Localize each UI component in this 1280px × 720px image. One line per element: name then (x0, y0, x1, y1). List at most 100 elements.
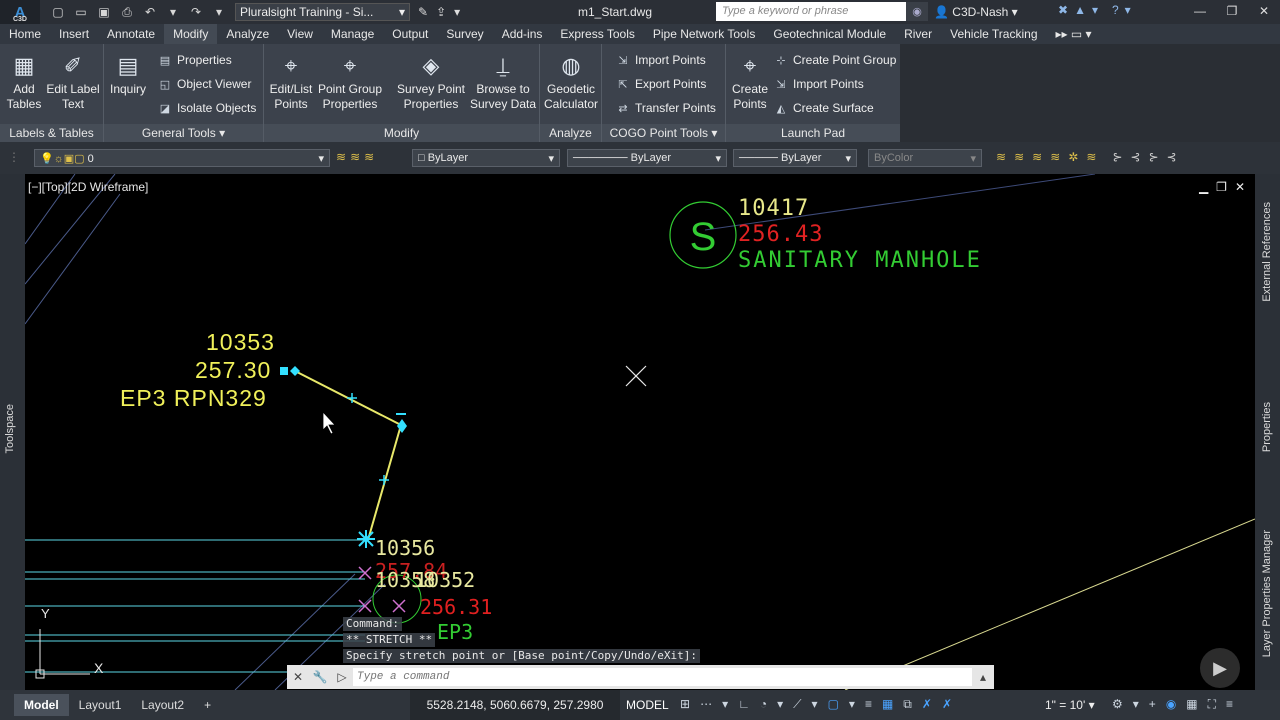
chevron-down-icon[interactable]: ▾ (812, 697, 818, 712)
model-space-toggle[interactable]: MODEL (626, 698, 669, 712)
tab-geotechnical-module[interactable]: Geotechnical Module (764, 24, 895, 44)
tab-layout1[interactable]: Layout1 (69, 694, 132, 716)
restore-icon[interactable]: ❐ (1216, 0, 1248, 22)
layer-iso-icon[interactable]: ≋ (364, 150, 374, 164)
open-file-icon[interactable]: ▭ (71, 3, 91, 21)
palette-properties[interactable]: Properties (1261, 402, 1273, 452)
chevron-down-icon[interactable]: ▾ (1133, 697, 1139, 712)
tab-model[interactable]: Model (14, 694, 69, 716)
minimize-icon[interactable]: — (1184, 0, 1216, 22)
create-point-group-button[interactable]: ⊹ Create Point Group (774, 50, 896, 70)
hardware-acceleration-icon[interactable]: ▦ (1186, 697, 1197, 712)
add-tables-button[interactable]: ▦ Add Tables (4, 50, 44, 112)
isolate-icon[interactable]: ◉ (1166, 697, 1176, 712)
chevron-down-icon[interactable]: ▾ (849, 697, 855, 712)
object-viewer-button[interactable]: ◱ Object Viewer (158, 74, 252, 94)
palette-layer-properties-manager[interactable]: Layer Properties Manager (1261, 530, 1273, 657)
tab-modify[interactable]: Modify (164, 24, 218, 44)
annotation-scale-selector[interactable]: 1" = 10' ▾ (1045, 698, 1095, 712)
wrench-icon[interactable]: 🔧 (309, 670, 331, 684)
panel-title-modify[interactable]: Modify (264, 124, 539, 142)
close-icon[interactable]: ✕ (287, 670, 309, 684)
toolspace-palette-strip[interactable]: Toolspace (0, 174, 25, 690)
layer-selector[interactable]: 💡☼▣▢ 0 ▾ (34, 149, 330, 167)
ortho-icon[interactable]: ∟ (738, 697, 750, 712)
help-search-input[interactable]: Type a keyword or phrase (716, 2, 906, 21)
point-tool-icon[interactable]: ≋ (1032, 150, 1042, 164)
point-tool-icon[interactable]: ≋ (1014, 150, 1024, 164)
polar-icon[interactable]: ◔ (760, 697, 767, 712)
edit-list-points-button[interactable]: ⌖ Edit/List Points (266, 50, 316, 112)
panel-title-general-tools[interactable]: General Tools ▾ (104, 124, 263, 142)
selection-cycling-icon[interactable]: ⧉ (903, 697, 912, 712)
import-points-button[interactable]: ⇲ Import Points (616, 50, 705, 70)
redo-icon[interactable]: ↷ (186, 3, 206, 21)
tab-output[interactable]: Output (383, 24, 437, 44)
properties-qat-icon[interactable]: ✎ (418, 5, 428, 19)
application-menu-button[interactable]: A C3D (0, 0, 40, 24)
chevron-down-icon[interactable]: ▾ (722, 697, 728, 712)
point-tool-icon[interactable]: ≋ (1050, 150, 1060, 164)
connect-icon[interactable]: ▲ (1074, 3, 1086, 17)
point-tool-icon[interactable]: ⊰ (1130, 150, 1140, 164)
exchange-icon[interactable]: ✖ (1058, 3, 1068, 17)
import-points-launch-button[interactable]: ⇲ Import Points (774, 74, 863, 94)
grip-square[interactable] (280, 367, 288, 375)
help-icon[interactable]: ? (1112, 3, 1119, 17)
gear-icon[interactable]: ⚙ (1112, 697, 1123, 712)
drawing-canvas[interactable]: S 10417 256.43 SANITARY MANHOLE 10353 25… (25, 174, 1255, 690)
point-marker-10356[interactable] (357, 530, 375, 548)
redo-dropdown-icon[interactable]: ▾ (209, 3, 229, 21)
isolate-objects-button[interactable]: ◪ Isolate Objects (158, 98, 257, 118)
tab-survey[interactable]: Survey (437, 24, 492, 44)
chevron-down-icon[interactable]: ▾ (1092, 3, 1098, 17)
panel-title-cogo-point-tools[interactable]: COGO Point Tools ▾ (602, 124, 725, 142)
tab-view[interactable]: View (278, 24, 322, 44)
coordinates-readout[interactable]: 5528.2148, 5060.6679, 257.2980 (410, 690, 620, 720)
osnap-icon[interactable]: ▢ (828, 697, 839, 712)
qat-overflow-icon[interactable]: ▾ (454, 5, 460, 19)
customize-icon[interactable]: ≡ (1226, 697, 1233, 712)
browse-to-survey-data-button[interactable]: ⍊ Browse to Survey Data (468, 50, 538, 112)
panel-title-launch-pad[interactable]: Launch Pad (726, 124, 900, 142)
save-icon[interactable]: ▣ (94, 3, 114, 21)
point-group-properties-button[interactable]: ⌖ Point Group Properties (316, 50, 384, 112)
point-tool-icon[interactable]: ⊰ (1167, 150, 1177, 164)
tab-manage[interactable]: Manage (322, 24, 383, 44)
workspace-selector[interactable]: Pluralsight Training - Si... ▾ (235, 3, 410, 21)
grid-icon[interactable]: ⊞ (680, 697, 690, 712)
add-layout-button[interactable]: + (194, 694, 221, 716)
tab-layout2[interactable]: Layout2 (131, 694, 194, 716)
create-points-button[interactable]: ⌖ Create Points (728, 50, 772, 112)
chevron-down-icon[interactable]: ▾ (1125, 3, 1131, 17)
minimize-icon[interactable]: ▁ (1199, 180, 1208, 194)
new-file-icon[interactable]: ▢ (48, 3, 68, 21)
close-icon[interactable]: ✕ (1235, 180, 1245, 194)
print-icon[interactable]: ⎙ (117, 3, 137, 21)
properties-button[interactable]: ▤ Properties (158, 50, 232, 70)
share-qat-icon[interactable]: ⇪ (436, 5, 446, 19)
transparency-icon[interactable]: ▦ (882, 697, 893, 712)
plotstyle-selector[interactable]: ByColor ▾ (868, 149, 982, 167)
tab-add-ins[interactable]: Add-ins (493, 24, 552, 44)
annotation-visibility-icon[interactable]: ✗ (922, 697, 932, 712)
undo-icon[interactable]: ↶ (140, 3, 160, 21)
isodraft-icon[interactable]: ⟋ (793, 697, 801, 712)
point-tool-icon[interactable]: ⊱ (1149, 150, 1159, 164)
tab-vehicle-tracking[interactable]: Vehicle Tracking (941, 24, 1046, 44)
panel-title-labels-tables[interactable]: Labels & Tables (0, 124, 103, 142)
restore-icon[interactable]: ❐ (1216, 180, 1227, 194)
tab-river[interactable]: River (895, 24, 941, 44)
fullscreen-icon[interactable]: ⛶ (1208, 697, 1216, 712)
transfer-points-button[interactable]: ⇄ Transfer Points (616, 98, 716, 118)
play-icon[interactable]: ▶ (1200, 648, 1240, 688)
tab-analyze[interactable]: Analyze (217, 24, 278, 44)
point-tool-icon[interactable]: ✲ (1068, 150, 1078, 164)
snap-icon[interactable]: ⋯ (700, 697, 712, 712)
binoculars-icon[interactable]: ◉ (906, 2, 928, 21)
tab-annotate[interactable]: Annotate (98, 24, 164, 44)
chevron-up-icon[interactable]: ▴ (972, 670, 994, 684)
inquiry-button[interactable]: ▤ Inquiry (106, 50, 150, 97)
lineweight-selector[interactable]: ───── ByLayer ▾ (733, 149, 857, 167)
lineweight-icon[interactable]: ≡ (865, 697, 872, 712)
